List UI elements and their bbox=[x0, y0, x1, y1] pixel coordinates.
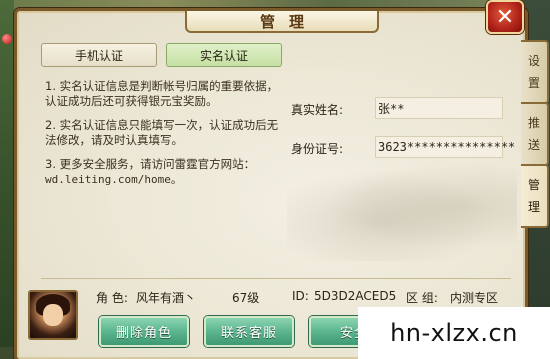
side-tab-push-label: 推送 bbox=[528, 112, 540, 156]
close-icon: ✕ bbox=[495, 4, 515, 30]
panel-title-bar: 管理 bbox=[185, 11, 379, 33]
official-website-link[interactable]: wd.leiting.com/home。 bbox=[45, 172, 285, 187]
tab-realname-verification[interactable]: 实名认证 bbox=[166, 43, 282, 67]
real-name-field[interactable]: 张** bbox=[375, 97, 503, 119]
realname-info-list: 1. 实名认证信息是判断帐号归属的重要依据，认证成功后还可获得银元宝奖励。 2.… bbox=[45, 79, 285, 196]
side-tab-char: 送 bbox=[527, 138, 540, 152]
delete-role-button[interactable]: 删除角色 bbox=[99, 316, 189, 347]
role-label: 角 色: bbox=[96, 291, 128, 305]
side-tab-char: 推 bbox=[527, 116, 540, 130]
server-value: 内测专区 bbox=[450, 291, 499, 305]
panel-title: 管理 bbox=[259, 12, 318, 31]
side-tab-manage[interactable]: 管理 bbox=[521, 164, 549, 228]
side-tab-settings-label: 设置 bbox=[528, 50, 540, 94]
character-avatar bbox=[28, 290, 78, 340]
side-tab-settings[interactable]: 设置 bbox=[521, 40, 549, 104]
side-tab-char: 设 bbox=[527, 54, 540, 68]
role-name: 风年有酒丶 bbox=[136, 291, 197, 305]
role-level: 67级 bbox=[232, 291, 260, 305]
id-number-label: 身份证号: bbox=[291, 142, 344, 156]
side-tab-push[interactable]: 推送 bbox=[521, 102, 549, 166]
real-name-label: 真实姓名: bbox=[291, 103, 344, 117]
watermark-text: hn-xlzx.cn bbox=[390, 319, 518, 347]
side-tab-manage-label: 管理 bbox=[528, 174, 540, 218]
role-id-label: ID: bbox=[292, 289, 309, 303]
section-divider bbox=[41, 278, 511, 279]
info-item-3: 3. 更多安全服务，请访问雷霆官方网站： wd.leiting.com/home… bbox=[45, 157, 285, 187]
info-item-3-text: 3. 更多安全服务，请访问雷霆官方网站： bbox=[45, 157, 256, 171]
red-gem-icon bbox=[2, 34, 12, 44]
side-tab-char: 理 bbox=[527, 200, 540, 214]
avatar-face bbox=[43, 304, 63, 326]
side-tab-char: 置 bbox=[527, 76, 540, 90]
contact-support-button[interactable]: 联系客服 bbox=[204, 316, 294, 347]
side-tab-char: 管 bbox=[527, 178, 540, 192]
close-button[interactable]: ✕ bbox=[486, 0, 524, 34]
game-background-left bbox=[0, 0, 14, 359]
info-item-1: 1. 实名认证信息是判断帐号归属的重要依据，认证成功后还可获得银元宝奖励。 bbox=[45, 79, 279, 108]
role-id-value: 5D3D2ACED5 bbox=[314, 289, 397, 303]
tab-phone-verification[interactable]: 手机认证 bbox=[41, 43, 157, 67]
info-item-2: 2. 实名认证信息只能填写一次，认证成功后无法修改，请及时认真填写。 bbox=[45, 118, 279, 147]
server-label: 区 组: bbox=[406, 291, 438, 305]
ink-landscape-decoration bbox=[287, 161, 517, 261]
id-number-field[interactable]: 3623*************** bbox=[375, 136, 515, 158]
site-watermark: hn-xlzx.cn bbox=[358, 307, 550, 359]
